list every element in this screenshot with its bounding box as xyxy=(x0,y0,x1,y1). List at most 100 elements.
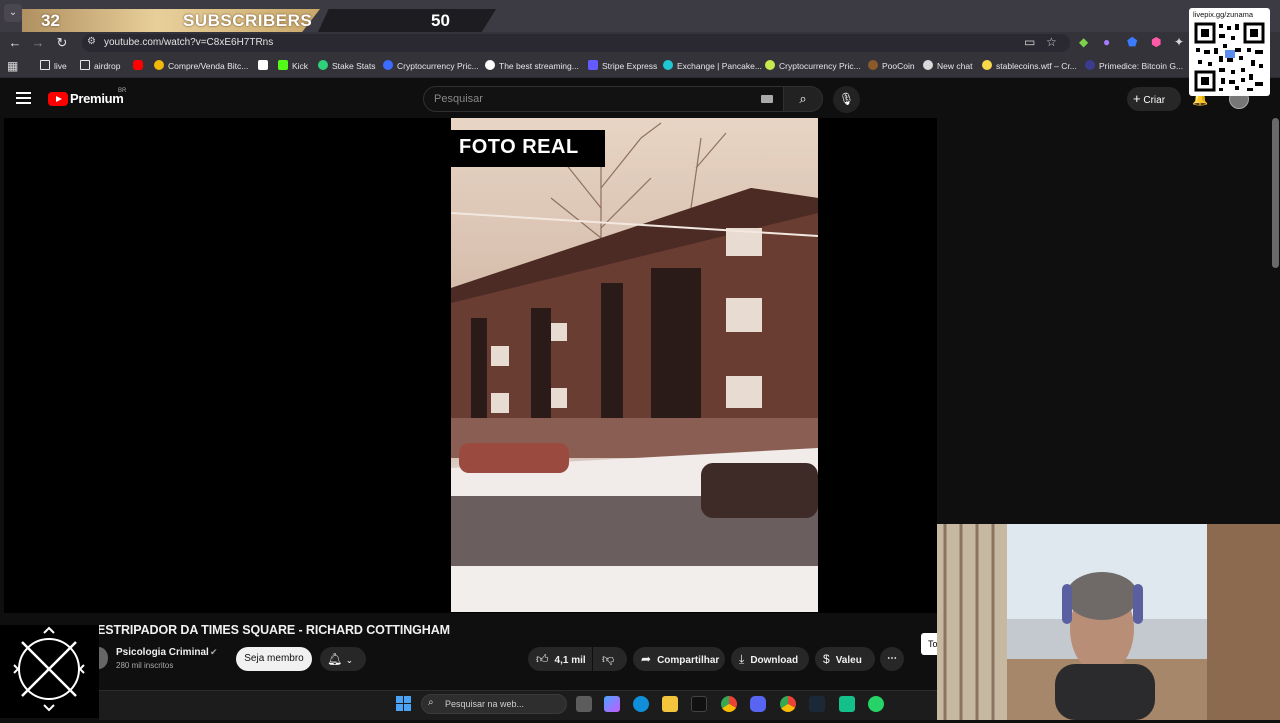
copilot-icon[interactable] xyxy=(604,696,620,712)
extensions-puzzle-icon[interactable]: ✦ xyxy=(1174,35,1184,49)
streaming-app-icon[interactable] xyxy=(839,696,855,712)
extension-icon[interactable]: ◆ xyxy=(1079,35,1088,49)
bookmark-item[interactable]: Cryptocurrency Pric... xyxy=(765,60,861,71)
discord-icon[interactable] xyxy=(750,696,766,712)
bookmark-star-icon[interactable]: ☆ xyxy=(1046,35,1057,49)
share-icon: ➦ xyxy=(641,652,652,666)
primedice-icon xyxy=(1085,60,1095,70)
verified-badge-icon: ✔ xyxy=(210,647,218,657)
reload-button[interactable]: ↻ xyxy=(52,33,72,53)
subscriber-goal-bar xyxy=(318,9,496,32)
super-thanks-icon: $ xyxy=(823,652,830,666)
chrome-profile-icon[interactable] xyxy=(780,696,796,712)
subscribed-notifications-button[interactable]: 🔔︎ ⌄ xyxy=(320,647,366,671)
building-photo xyxy=(451,122,818,612)
back-button[interactable]: ← xyxy=(5,33,25,53)
bookmark-item[interactable]: Cryptocurrency Pric... xyxy=(383,60,479,71)
s-logo-icon xyxy=(258,60,268,70)
more-actions-button[interactable]: ⋯ xyxy=(880,647,904,671)
folder-icon xyxy=(40,60,50,70)
extension-icon[interactable]: ● xyxy=(1103,35,1110,49)
bookmark-item[interactable]: Exchange | Pancake... xyxy=(663,60,762,71)
whatsapp-icon[interactable] xyxy=(868,696,884,712)
channel-name[interactable]: Psicologia Criminal xyxy=(116,647,209,658)
like-button[interactable]: 👍︎ 4,1 mil xyxy=(528,647,592,671)
search-button[interactable]: ⌕ xyxy=(783,86,823,112)
youtube-premium-logo[interactable]: Premium xyxy=(70,91,124,106)
download-icon: ⤓ xyxy=(739,652,745,666)
task-view-icon[interactable] xyxy=(576,696,592,712)
compass-logo-icon xyxy=(13,626,85,712)
join-member-button[interactable]: Seja membro xyxy=(236,647,312,671)
stake-icon xyxy=(318,60,328,70)
bookmark-item[interactable]: Stake Stats xyxy=(318,60,375,71)
search-icon: ⌕ xyxy=(799,91,807,106)
stream-logo-overlay xyxy=(0,625,99,718)
forward-button[interactable]: → xyxy=(28,33,48,53)
dislike-button[interactable]: 👎︎ xyxy=(593,647,627,671)
tab-search-button[interactable]: ⌄ xyxy=(4,4,22,22)
subscriber-count: 32 xyxy=(41,11,60,30)
edge-browser-icon[interactable] xyxy=(633,696,649,712)
binance-icon xyxy=(154,60,164,70)
bookmark-item[interactable]: live xyxy=(40,60,67,71)
windows-start-icon[interactable] xyxy=(396,696,412,712)
kick-icon xyxy=(278,60,288,70)
thumbs-down-icon: 👎︎ xyxy=(602,652,615,666)
microphone-icon: 🎙 xyxy=(838,92,855,106)
cast-icon[interactable]: ▭ xyxy=(1024,35,1035,49)
subscriber-goal: 50 xyxy=(431,11,450,30)
bookmark-item[interactable]: The best streaming... xyxy=(485,60,579,71)
country-code: BR xyxy=(118,88,127,94)
folder-icon xyxy=(80,60,90,70)
share-button[interactable]: ➦ Compartilhar xyxy=(633,647,725,671)
plus-icon: + xyxy=(1133,91,1141,106)
donation-qr-code xyxy=(1189,8,1270,96)
bookmark-item[interactable]: New chat xyxy=(923,60,972,71)
search-icon: ⌕ xyxy=(428,697,434,708)
bookmark-item[interactable]: Compre/Venda Bitc... xyxy=(154,60,248,71)
video-title: ESTRIPADOR DA TIMES SQUARE - RICHARD COT… xyxy=(97,623,450,637)
thanks-button[interactable]: $ Valeu xyxy=(815,647,875,671)
thumbs-up-icon: 👍︎ xyxy=(536,652,549,666)
file-explorer-icon[interactable] xyxy=(662,696,678,712)
taskbar-search-placeholder[interactable]: Pesquisar na web... xyxy=(445,699,524,709)
bookmark-item[interactable]: Kick xyxy=(278,60,308,71)
bookmark-item[interactable] xyxy=(258,60,272,71)
bookmark-item[interactable]: airdrop xyxy=(80,60,120,71)
extension-icon[interactable]: ⬟ xyxy=(1127,35,1137,49)
tiktok-icon[interactable] xyxy=(691,696,707,712)
video-frame-photo[interactable] xyxy=(451,118,818,612)
youtube-icon xyxy=(133,60,143,70)
stablecoins-icon xyxy=(982,60,992,70)
steam-icon[interactable] xyxy=(809,696,825,712)
bookmark-item[interactable]: Primedice: Bitcoin G... xyxy=(1085,60,1183,71)
download-button[interactable]: ⤓ Download xyxy=(731,647,809,671)
create-button[interactable]: + Criar xyxy=(1127,87,1181,111)
foto-real-label: FOTO REAL xyxy=(459,136,579,158)
coingecko-icon xyxy=(765,60,775,70)
bookmark-item[interactable]: PooCoin xyxy=(868,60,915,71)
chrome-icon[interactable] xyxy=(721,696,737,712)
coinmarketcap-icon xyxy=(383,60,393,70)
search-placeholder[interactable]: Pesquisar xyxy=(434,93,483,105)
page-scrollbar[interactable] xyxy=(1272,118,1279,268)
streaming-site-icon xyxy=(485,60,495,70)
qr-caption: livepix.gg/zunama xyxy=(1193,10,1254,19)
menu-icon[interactable] xyxy=(16,92,31,104)
keyboard-icon[interactable] xyxy=(761,95,773,103)
apps-grid-icon[interactable]: ▦ xyxy=(7,59,18,73)
voice-search-button[interactable]: 🎙 xyxy=(833,86,860,113)
extension-icon[interactable]: ⬢ xyxy=(1151,35,1161,49)
webcam-overlay xyxy=(937,524,1280,720)
subscribers-label: SUBSCRIBERS xyxy=(183,11,313,30)
bookmark-item[interactable]: stablecoins.wtf – Cr... xyxy=(982,60,1077,71)
qr-code-graphic xyxy=(1194,22,1265,92)
site-info-icon[interactable]: ⚙ xyxy=(87,36,96,47)
youtube-logo-icon[interactable] xyxy=(48,92,68,106)
bookmark-item[interactable] xyxy=(133,60,147,71)
bookmark-item[interactable]: Stripe Express xyxy=(588,60,657,71)
channel-subscribers: 280 mil inscritos xyxy=(116,661,174,670)
url-text[interactable]: youtube.com/watch?v=C8xE6H7TRns xyxy=(104,37,273,48)
pancakeswap-icon xyxy=(663,60,673,70)
